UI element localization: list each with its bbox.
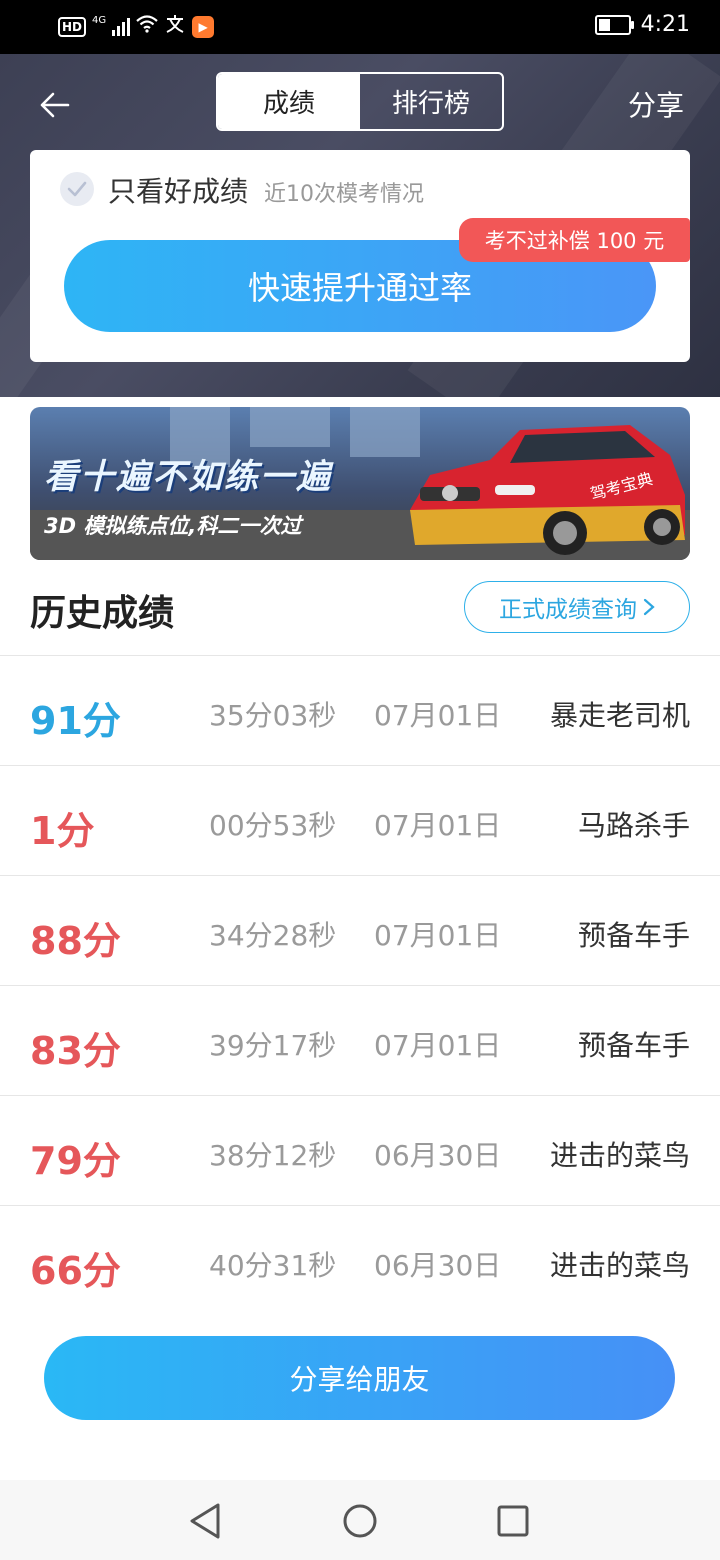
table-row[interactable]: 66分 40分31秒 06月30日 进击的菜鸟: [0, 1205, 720, 1315]
exam-date: 06月30日: [374, 1139, 502, 1172]
status-bar: HD 4G ▶ 4:21: [0, 0, 720, 54]
score-list: 91分 35分03秒 07月01日 暴走老司机 1分 00分53秒 07月01日…: [0, 655, 720, 1315]
score-value: 83分: [30, 1029, 121, 1073]
nav-recents-icon[interactable]: [496, 1502, 530, 1540]
table-row[interactable]: 79分 38分12秒 06月30日 进击的菜鸟: [0, 1095, 720, 1205]
score-value: 79分: [30, 1139, 121, 1183]
tab-score[interactable]: 成绩: [218, 74, 360, 129]
play-app-icon: ▶: [192, 15, 215, 38]
promo-banner[interactable]: 看十遍不如练一遍 3D 模拟练点位,科二一次过 驾考宝典: [30, 407, 690, 560]
system-nav-bar: [0, 1480, 720, 1560]
table-row[interactable]: 83分 39分17秒 07月01日 预备车手: [0, 985, 720, 1095]
exam-duration: 34分28秒: [209, 919, 337, 952]
nav-home-icon[interactable]: [342, 1502, 378, 1540]
history-title: 历史成绩: [30, 593, 175, 634]
status-right: 4:21: [594, 12, 690, 37]
score-value: 1分: [30, 809, 95, 853]
exam-duration: 35分03秒: [209, 699, 337, 732]
score-value: 91分: [30, 699, 121, 743]
exam-date: 07月01日: [374, 919, 502, 952]
exam-duration: 38分12秒: [209, 1139, 337, 1172]
share-to-friends-button[interactable]: 分享给朋友: [44, 1336, 675, 1420]
car-image: 驾考宝典: [410, 425, 685, 555]
wifi-icon: [136, 15, 158, 38]
official-score-query-button[interactable]: 正式成绩查询: [464, 581, 690, 633]
table-row[interactable]: 1分 00分53秒 07月01日 马路杀手: [0, 765, 720, 875]
rank-title: 预备车手: [577, 919, 690, 952]
exam-duration: 39分17秒: [209, 1029, 337, 1062]
rank-title: 预备车手: [577, 1029, 690, 1062]
arrow-left-icon: [40, 92, 70, 118]
exam-duration: 00分53秒: [209, 809, 337, 842]
back-button[interactable]: [38, 88, 72, 122]
check-icon: [67, 181, 87, 197]
good-score-label: 只看好成绩: [108, 175, 249, 208]
segmented-tabs: 成绩 排行榜: [216, 72, 504, 131]
table-row[interactable]: 91分 35分03秒 07月01日 暴走老司机: [0, 655, 720, 765]
exam-date: 06月30日: [374, 1249, 502, 1282]
banner-headline: 看十遍不如练一遍: [44, 457, 332, 497]
clock: 4:21: [640, 12, 690, 37]
exam-date: 07月01日: [374, 809, 502, 842]
signal-icon: [112, 17, 131, 36]
score-value: 66分: [30, 1249, 121, 1293]
battery-icon: [594, 14, 634, 35]
official-score-query-label: 正式成绩查询: [499, 597, 637, 623]
table-row[interactable]: 88分 34分28秒 07月01日 预备车手: [0, 875, 720, 985]
network-type: 4G: [92, 15, 107, 26]
exam-date: 07月01日: [374, 699, 502, 732]
recent-exams-note: 近10次模考情况: [264, 182, 424, 207]
rank-title: 进击的菜鸟: [549, 1249, 690, 1282]
score-value: 88分: [30, 919, 121, 963]
wen-icon: [164, 14, 186, 39]
rank-title: 马路杀手: [577, 809, 690, 842]
rank-title: 暴走老司机: [549, 699, 690, 732]
exam-date: 07月01日: [374, 1029, 502, 1062]
good-score-checkbox[interactable]: [60, 172, 94, 206]
tab-ranking[interactable]: 排行榜: [360, 74, 502, 129]
share-link[interactable]: 分享: [628, 84, 684, 124]
nav-back-icon[interactable]: [188, 1502, 222, 1540]
status-icons: HD 4G ▶: [58, 14, 215, 39]
compensation-badge: 考不过补偿 100 元: [459, 218, 690, 262]
chevron-right-icon: [643, 598, 655, 616]
exam-duration: 40分31秒: [209, 1249, 337, 1282]
rank-title: 进击的菜鸟: [549, 1139, 690, 1172]
banner-subline: 3D 模拟练点位,科二一次过: [44, 514, 302, 538]
hd-icon: HD: [58, 16, 87, 37]
